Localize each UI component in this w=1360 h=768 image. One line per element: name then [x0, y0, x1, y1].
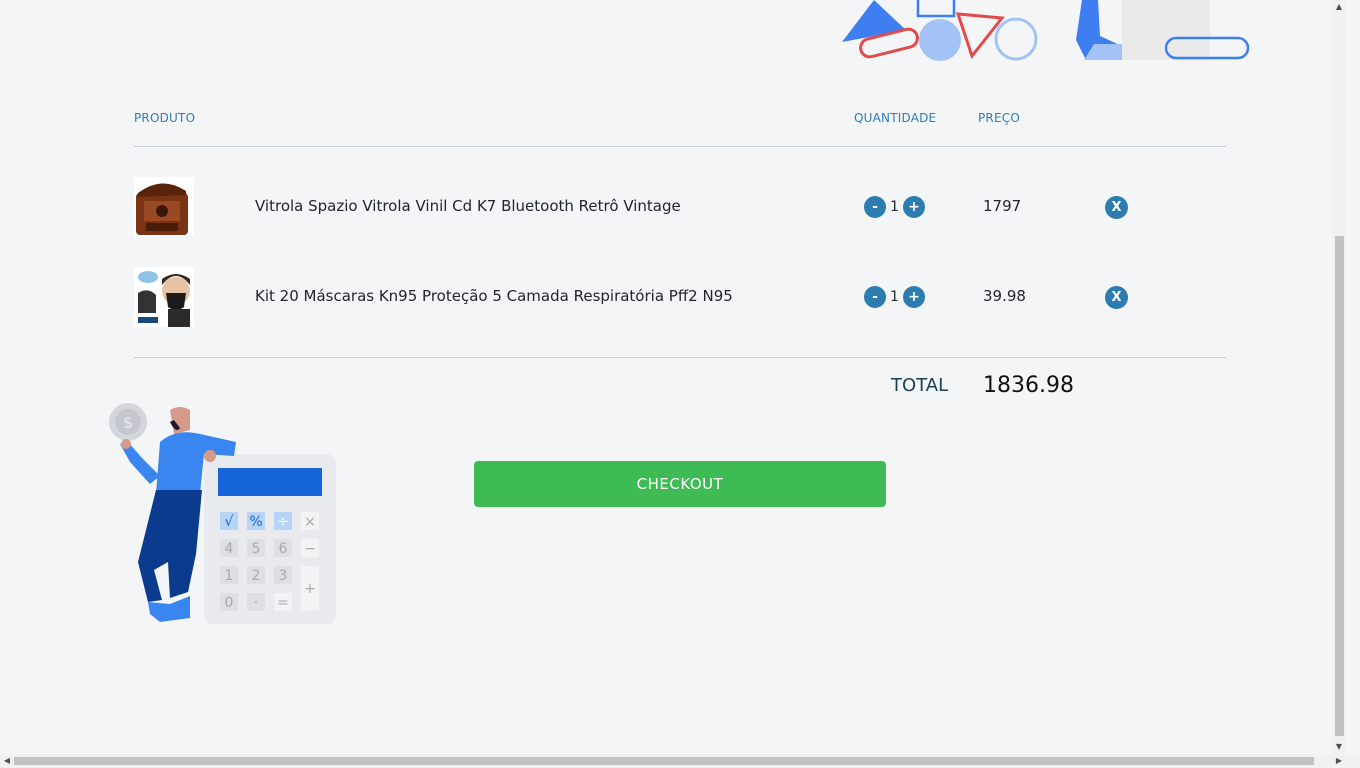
increase-quantity-button[interactable]: +: [903, 286, 925, 308]
item-price: 1797: [983, 197, 1022, 215]
svg-text:=: =: [277, 595, 289, 611]
svg-text:−: −: [304, 541, 316, 557]
scroll-right-arrow-icon[interactable]: ▶: [1332, 754, 1346, 768]
svg-text:+: +: [304, 581, 316, 597]
scroll-up-arrow-icon[interactable]: ▲: [1332, 0, 1346, 14]
remove-item-button[interactable]: X: [1105, 196, 1128, 219]
total-label: TOTAL: [891, 375, 949, 396]
cart-item-row: Vitrola Spazio Vitrola Vinil Cd K7 Bluet…: [134, 177, 1226, 237]
item-price: 39.98: [983, 287, 1026, 305]
horizontal-scrollbar-thumb[interactable]: [14, 757, 1314, 765]
svg-text:0: 0: [225, 595, 234, 611]
horizontal-scrollbar[interactable]: ◀ ▶: [0, 754, 1360, 768]
total-value: 1836.98: [983, 373, 1074, 398]
product-name[interactable]: Vitrola Spazio Vitrola Vinil Cd K7 Bluet…: [255, 197, 681, 215]
svg-text:6: 6: [279, 541, 288, 557]
checkout-button[interactable]: CHECKOUT: [474, 461, 886, 507]
cart-item-row: Kit 20 Máscaras Kn95 Proteção 5 Camada R…: [134, 267, 1226, 327]
increase-quantity-button[interactable]: +: [903, 196, 925, 218]
svg-text:÷: ÷: [277, 514, 289, 530]
svg-text:5: 5: [252, 541, 261, 557]
scroll-down-arrow-icon[interactable]: ▼: [1332, 740, 1346, 754]
price-column-header: PREÇO: [978, 111, 1020, 125]
decorative-shapes-icon: [842, 0, 1250, 61]
quantity-value: 1: [890, 199, 899, 215]
masks-thumbnail: [134, 267, 194, 327]
decrease-quantity-button[interactable]: -: [864, 196, 886, 218]
quantity-value: 1: [890, 289, 899, 305]
calculator-illustration: √ % ÷ × 4 5 6 − 1 2 3 + 0 · = $: [109, 403, 336, 624]
summary-divider: [134, 357, 1226, 358]
quantity-stepper: - 1 +: [864, 286, 925, 308]
decrease-quantity-button[interactable]: -: [864, 286, 886, 308]
svg-text:√: √: [225, 514, 234, 530]
svg-text:$: $: [123, 413, 133, 432]
svg-text:·: ·: [254, 595, 258, 611]
cart-page: PRODUTO QUANTIDADE PREÇO Vitrola Spazio …: [0, 0, 1346, 754]
svg-text:1: 1: [225, 568, 234, 584]
vertical-scrollbar-thumb[interactable]: [1335, 236, 1344, 736]
product-column-header: PRODUTO: [134, 111, 196, 125]
svg-text:3: 3: [279, 568, 288, 584]
scroll-left-arrow-icon[interactable]: ◀: [0, 754, 14, 768]
quantity-column-header: QUANTIDADE: [854, 111, 937, 125]
remove-item-button[interactable]: X: [1105, 286, 1128, 309]
svg-text:%: %: [249, 514, 262, 530]
record-player-thumbnail: [134, 177, 194, 237]
svg-text:2: 2: [252, 568, 261, 584]
product-name[interactable]: Kit 20 Máscaras Kn95 Proteção 5 Camada R…: [255, 287, 733, 305]
vertical-scrollbar[interactable]: ▲ ▼: [1332, 0, 1346, 754]
svg-text:×: ×: [304, 514, 316, 530]
header-divider: [134, 146, 1226, 147]
svg-text:4: 4: [225, 541, 234, 557]
quantity-stepper: - 1 +: [864, 196, 925, 218]
